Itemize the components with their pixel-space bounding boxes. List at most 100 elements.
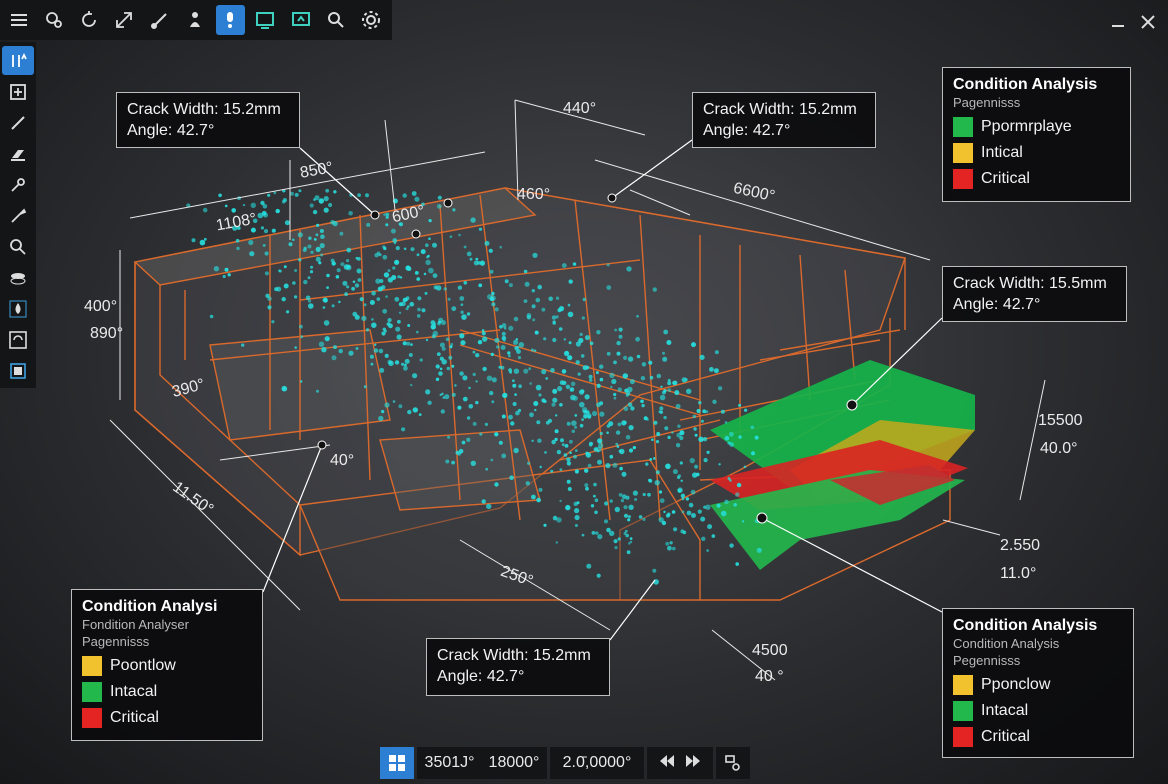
settings-icon[interactable]	[357, 5, 386, 35]
pen-icon[interactable]	[2, 108, 34, 137]
paint-icon[interactable]	[2, 201, 34, 230]
point	[396, 334, 402, 340]
point	[636, 354, 641, 359]
point	[577, 372, 581, 376]
point	[729, 543, 734, 548]
point	[410, 383, 413, 387]
point	[754, 435, 759, 440]
point	[586, 413, 592, 419]
point	[531, 304, 536, 309]
point	[617, 422, 622, 427]
zoom-icon[interactable]	[2, 233, 34, 262]
point	[627, 515, 631, 519]
point	[581, 418, 584, 421]
point	[460, 303, 464, 307]
scale-readout: 2.0̄,0000°	[550, 747, 644, 779]
search-icon[interactable]	[321, 5, 350, 35]
point	[614, 506, 620, 513]
expand-icon[interactable]	[110, 5, 139, 35]
point	[504, 279, 509, 284]
point	[515, 410, 520, 416]
rotate-icon[interactable]	[75, 5, 104, 35]
angle-text: Angle: 42.7°	[703, 122, 791, 139]
point	[567, 311, 574, 318]
point	[392, 400, 396, 403]
point	[531, 494, 536, 500]
orbit-icon[interactable]	[39, 5, 68, 35]
point	[478, 227, 483, 231]
droplet-icon[interactable]	[2, 295, 34, 324]
point	[414, 271, 419, 275]
point	[314, 195, 320, 201]
forward-icon[interactable]	[685, 754, 701, 773]
crack-callout[interactable]: Crack Width: 15.5mm Angle: 42.7°	[942, 266, 1127, 322]
crack-callout[interactable]: Crack Width: 15.2mm Angle: 42.7°	[116, 92, 300, 148]
layers-icon[interactable]	[2, 264, 34, 293]
screen-icon[interactable]	[251, 5, 280, 35]
screen-share-icon[interactable]	[286, 5, 315, 35]
point	[275, 208, 280, 214]
point	[662, 356, 668, 362]
point	[446, 366, 450, 371]
grid-icon[interactable]	[380, 747, 414, 779]
point	[558, 327, 563, 331]
point	[523, 299, 528, 303]
person-icon[interactable]	[180, 5, 209, 35]
point	[318, 198, 324, 204]
point	[552, 515, 558, 521]
point	[470, 460, 476, 466]
point	[298, 189, 302, 193]
point	[595, 371, 599, 375]
legend-swatch	[953, 169, 973, 189]
dimension-label: 890°	[90, 325, 124, 342]
point	[554, 429, 559, 434]
point	[698, 436, 704, 442]
point	[606, 285, 612, 290]
probe-icon[interactable]	[215, 5, 245, 35]
export-icon[interactable]	[716, 747, 750, 779]
point	[525, 481, 530, 486]
point	[713, 368, 719, 374]
point	[380, 409, 385, 414]
point	[605, 463, 611, 469]
point	[387, 359, 392, 364]
minimize-icon[interactable]	[1106, 10, 1130, 34]
legend-label: Intacal	[981, 702, 1029, 719]
point	[371, 291, 376, 296]
point	[584, 483, 589, 488]
point	[555, 541, 558, 544]
dropper-icon[interactable]	[2, 170, 34, 199]
crack-callout[interactable]: Crack Width: 15.2mm Angle: 42.7°	[692, 92, 876, 148]
eraser-icon[interactable]	[2, 139, 34, 168]
point	[588, 374, 593, 379]
add-icon[interactable]	[2, 77, 34, 106]
point	[654, 480, 660, 486]
point	[596, 402, 601, 408]
point	[537, 284, 542, 290]
square-icon[interactable]	[2, 357, 34, 386]
point	[373, 348, 379, 353]
point	[513, 316, 519, 322]
point	[513, 339, 519, 345]
point	[421, 308, 426, 313]
point	[281, 297, 286, 302]
point	[425, 338, 429, 342]
point	[509, 475, 514, 481]
menu-icon[interactable]	[4, 5, 33, 35]
point	[491, 400, 495, 404]
point	[490, 352, 494, 357]
point	[584, 394, 590, 400]
point	[388, 323, 393, 329]
measure-icon[interactable]	[2, 46, 34, 76]
point	[552, 388, 558, 394]
rewind-icon[interactable]	[659, 754, 675, 773]
close-icon[interactable]	[1136, 10, 1160, 34]
brush-icon[interactable]	[145, 5, 174, 35]
point	[338, 348, 343, 354]
point	[575, 360, 580, 365]
crack-callout[interactable]: Crack Width: 15.2mm Angle: 42.7°	[426, 638, 610, 696]
point	[488, 248, 493, 253]
point	[589, 341, 594, 346]
refresh-icon[interactable]	[2, 326, 34, 355]
legend-label: Ppormrplaye	[981, 118, 1072, 135]
